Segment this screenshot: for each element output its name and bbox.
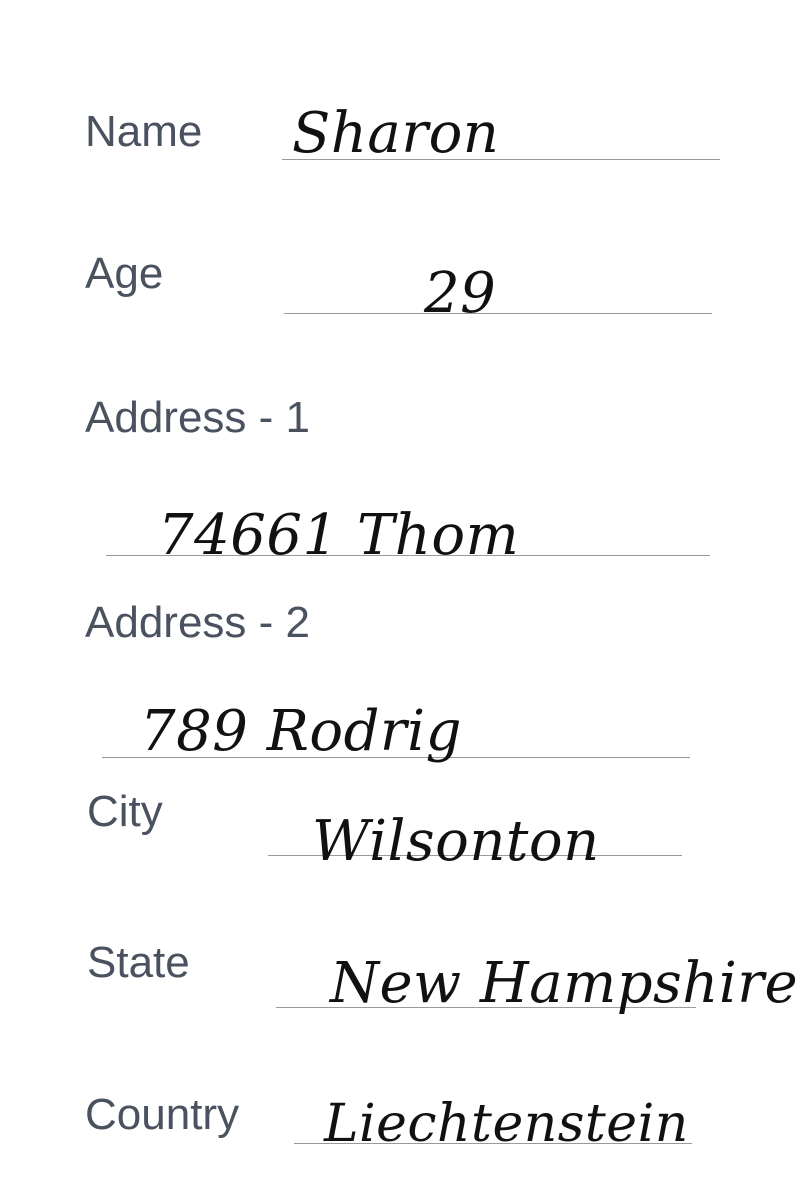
address1-label: Address - 1 [85,393,310,442]
name-label: Name [85,107,203,156]
age-label: Age [85,249,164,298]
state-value[interactable]: New Hampshire [330,956,798,1012]
city-value[interactable]: Wilsonton [312,814,600,870]
city-label: City [87,787,163,836]
country-value[interactable]: Liechtenstein [324,1098,689,1150]
state-label: State [87,938,190,987]
address1-value[interactable]: 74661 Thom [158,508,519,564]
country-label: Country [85,1090,240,1139]
age-line [284,313,712,314]
address2-value[interactable]: 789 Rodrig [140,704,462,760]
address2-label: Address - 2 [85,598,310,647]
name-value[interactable]: Sharon [292,106,499,162]
age-value[interactable]: 29 [424,266,496,322]
